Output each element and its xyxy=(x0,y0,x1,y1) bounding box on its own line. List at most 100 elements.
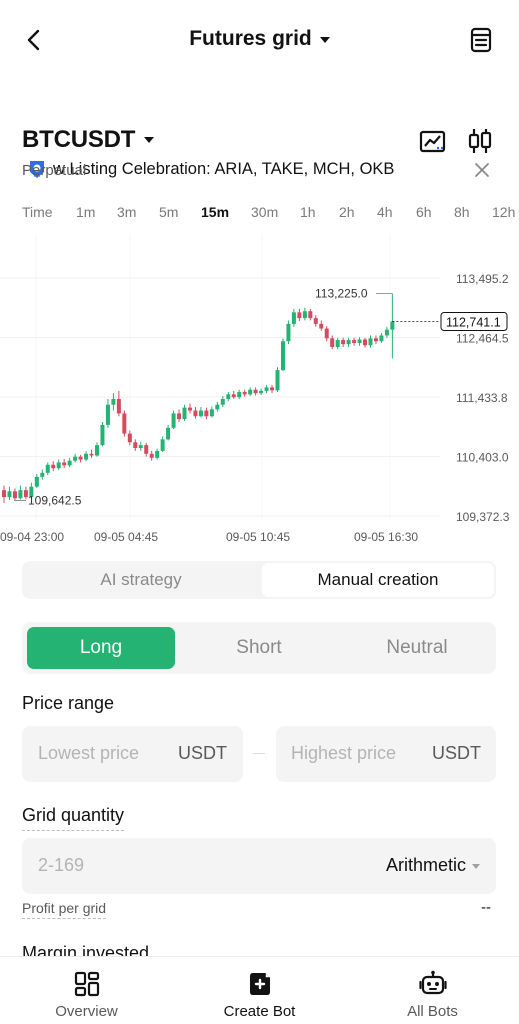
close-icon[interactable] xyxy=(470,158,494,182)
candle-body xyxy=(302,311,307,319)
candle-body xyxy=(357,339,362,343)
candle-body xyxy=(122,413,127,434)
nav-overview[interactable]: Overview xyxy=(0,957,173,1024)
candle-body xyxy=(253,389,258,394)
candle-body xyxy=(363,339,368,346)
nav-create-bot[interactable]: Create Bot xyxy=(173,957,346,1024)
candle-body xyxy=(40,472,45,477)
highest-price-unit: USDT xyxy=(432,743,481,763)
announcement-banner[interactable]: w Listing Celebration: ARIA, TAKE, MCH, … xyxy=(0,76,519,178)
candle-body xyxy=(182,407,187,420)
candle-body xyxy=(100,424,105,446)
orders-button[interactable] xyxy=(466,25,496,55)
nav-all-bots[interactable]: All Bots xyxy=(346,957,519,1024)
candle-body xyxy=(166,427,171,440)
candle-body xyxy=(220,398,225,405)
highest-price-placeholder: Highest price xyxy=(291,743,397,763)
timeframe-30m[interactable]: 30m xyxy=(251,204,278,220)
candle-body xyxy=(297,312,302,319)
chart-view-icon xyxy=(419,130,446,153)
price-chart[interactable]: 113,495.2 112,464.5 111,433.8 110,403.0 109,… xyxy=(0,236,519,548)
overview-grid-icon xyxy=(74,971,99,997)
candle-body xyxy=(138,445,143,449)
candlestick-chart[interactable]: 113,495.2 112,464.5 111,433.8 110,403.0 109,… xyxy=(0,236,519,548)
timeframe-8h[interactable]: 8h xyxy=(454,204,470,220)
candle-body xyxy=(73,456,78,461)
candle-body xyxy=(248,389,253,395)
lowest-price-input[interactable]: Lowest price USDT xyxy=(22,726,243,782)
banner-text: w Listing Celebration: ARIA, TAKE, MCH, … xyxy=(53,160,395,178)
tab-manual-creation[interactable]: Manual creation xyxy=(262,563,494,597)
high-price-label: 113,225.0 xyxy=(315,287,368,301)
candle-body xyxy=(275,370,280,391)
symbol-selector[interactable]: BTCUSDT xyxy=(22,126,155,154)
candle-body xyxy=(373,338,378,342)
timeframe-12h[interactable]: 12h xyxy=(492,204,515,220)
candlestick-button[interactable] xyxy=(465,126,495,156)
orders-icon xyxy=(470,27,492,53)
candle-body xyxy=(171,413,176,428)
candle-body xyxy=(18,490,23,499)
chart-view-button[interactable] xyxy=(418,127,448,157)
highest-price-input[interactable]: Highest price USDT xyxy=(276,726,496,782)
timeframe-1m[interactable]: 1m xyxy=(76,204,95,220)
timeframe-4h[interactable]: 4h xyxy=(377,204,393,220)
profit-per-grid-value: -- xyxy=(481,899,491,916)
candlestick-icon xyxy=(468,129,492,153)
profit-per-grid-label[interactable]: Profit per grid xyxy=(22,900,107,919)
direction-selector: Long Short Neutral xyxy=(22,622,496,674)
x-tick-label: 09-05 10:45 xyxy=(226,530,290,544)
timeframe-15m[interactable]: 15m xyxy=(201,204,229,220)
candle-body xyxy=(198,410,203,417)
candle-body xyxy=(67,460,72,466)
nav-overview-label: Overview xyxy=(55,1003,118,1020)
candle-body xyxy=(286,323,291,342)
grid-quantity-label[interactable]: Grid quantity xyxy=(22,805,125,831)
y-tick-label: 111,433.8 xyxy=(456,391,508,405)
grid-mode-select[interactable]: Arithmetic xyxy=(386,855,466,876)
grid-quantity-input[interactable]: 2-169 Arithmetic xyxy=(22,838,496,894)
candle-body xyxy=(237,392,242,398)
timeframe-2h[interactable]: 2h xyxy=(339,204,355,220)
x-tick-label: 09-05 04:45 xyxy=(94,530,158,544)
timeframe-1h[interactable]: 1h xyxy=(300,204,316,220)
timeframe-3m[interactable]: 3m xyxy=(117,204,136,220)
neutral-button[interactable]: Neutral xyxy=(340,627,494,669)
lowest-price-placeholder: Lowest price xyxy=(38,743,140,763)
candle-body xyxy=(215,404,220,410)
candle-body xyxy=(242,392,247,395)
candle-body xyxy=(330,338,335,347)
chevron-down-icon xyxy=(319,37,330,43)
candle-body xyxy=(204,410,209,417)
candle-body xyxy=(45,464,50,473)
candle-body xyxy=(84,453,89,460)
candle-body xyxy=(62,462,67,466)
timeframe-5m[interactable]: 5m xyxy=(159,204,178,220)
y-tick-label: 109,372.3 xyxy=(456,510,510,524)
chevron-down-icon xyxy=(144,137,155,143)
top-bar: Futures grid xyxy=(0,0,519,80)
candle-body xyxy=(12,491,17,499)
candle-body xyxy=(390,321,395,330)
long-button[interactable]: Long xyxy=(27,627,175,669)
candle-body xyxy=(226,394,231,399)
candle-body xyxy=(346,340,351,345)
page-title-dropdown[interactable]: Futures grid xyxy=(0,27,519,51)
candle-body xyxy=(209,409,214,417)
robot-icon xyxy=(418,970,447,995)
candle-body xyxy=(335,340,340,347)
timeframe-6h[interactable]: 6h xyxy=(416,204,432,220)
candle-body xyxy=(144,445,149,454)
candle-body xyxy=(324,328,329,339)
timeframe-time[interactable]: Time xyxy=(22,204,53,220)
tab-ai-strategy[interactable]: AI strategy xyxy=(22,561,260,599)
last-price-label: 112,741.1 xyxy=(446,316,501,330)
candle-body xyxy=(51,464,56,469)
candle-body xyxy=(78,456,83,460)
candle-body xyxy=(111,398,116,405)
price-range-label: Price range xyxy=(22,693,115,713)
range-separator xyxy=(253,753,265,754)
candle-body xyxy=(56,462,61,469)
short-button[interactable]: Short xyxy=(182,627,336,669)
candle-body xyxy=(291,312,296,324)
